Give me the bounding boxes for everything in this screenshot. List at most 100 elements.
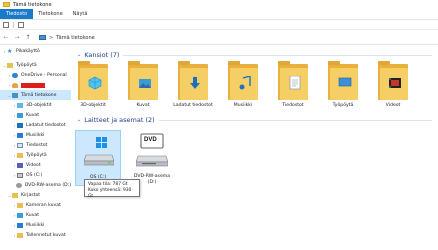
navigation-pane: › ★ Pikakäyttö ⌄ Työpöytä › OneDrive - Persona… [0, 46, 71, 250]
folder-icon [228, 61, 258, 100]
properties-icon[interactable] [3, 21, 9, 28]
devices-group-header[interactable]: ⌄ Laitteet ja asemat (2) [77, 116, 432, 124]
desktop-icon [17, 152, 23, 158]
dvd-logo: DVD [144, 137, 157, 143]
breadcrumb-separator: > [49, 34, 54, 41]
sidebar-item[interactable]: › OneDrive - Personal [0, 70, 71, 80]
drive-os-c[interactable]: OS (C:) [75, 130, 121, 186]
objects-3d-icon [17, 102, 23, 108]
divider [123, 54, 432, 56]
sidebar-item-label: Kirjastot [21, 192, 41, 198]
sidebar-item[interactable]: › Kuvat [0, 110, 71, 120]
sidebar-item-label: Työpöytä [26, 152, 47, 158]
devices-header-label: Laitteet ja asemat (2) [84, 116, 155, 124]
cloud-icon [12, 72, 18, 78]
music-icon [17, 222, 23, 228]
folder-icon [3, 2, 10, 7]
sidebar-item-label: DVD-RW-asema (D:) [24, 182, 71, 188]
sidebar-item-label: 3D-objektit [26, 102, 52, 108]
sidebar-item[interactable]: ⌄ Tämä tietokone [0, 90, 71, 100]
up-arrow-icon[interactable]: ↑ [25, 34, 31, 41]
sidebar-item[interactable]: DVD-RW-asema (D:) [0, 180, 71, 190]
sidebar-item[interactable]: › Musiikki [0, 130, 71, 140]
videos-icon [388, 76, 402, 90]
sidebar-item-label: Tämä tietokone [21, 92, 57, 98]
total-size-text: Koko yhteensä: 930 Gt [88, 188, 132, 199]
drive-dvd-d[interactable]: DVD DVD-RW-asema (D:) [129, 130, 175, 186]
folder-tile[interactable]: Tiedostot [275, 61, 311, 114]
new-folder-icon[interactable] [18, 21, 24, 28]
sidebar-item-label: Kameran kuvat [26, 202, 61, 208]
folder-icon [78, 61, 108, 100]
address-box[interactable]: > Tämä tietokone [36, 33, 432, 43]
separator [13, 21, 14, 28]
camera-roll-icon [17, 202, 23, 208]
sidebar-item[interactable]: › Videot [0, 160, 71, 170]
sidebar-item[interactable]: › ★ Pikakäyttö [0, 46, 71, 56]
sidebar-item[interactable]: ⌄ Kirjastot [0, 190, 71, 200]
saved-pictures-icon [17, 232, 23, 238]
music-icon [238, 76, 252, 90]
folder-label: Työpöytä [332, 103, 354, 108]
tab-view[interactable]: Näytä [68, 9, 93, 19]
folder-label: Ladatut tiedostot [173, 103, 213, 108]
sidebar-item[interactable]: › 3D-objektit [0, 100, 71, 110]
desktop-icon [338, 76, 352, 90]
ribbon: Tiedosto Tietokone Näytä [0, 9, 438, 20]
tab-file[interactable]: Tiedosto [0, 9, 34, 19]
folder-icon [328, 61, 358, 100]
folder-label: Videot [385, 103, 401, 108]
sidebar-item-label: Ladatut tiedostot [26, 122, 66, 128]
chevron-down-icon[interactable]: ⌄ [77, 117, 81, 123]
folder-icon [278, 61, 308, 100]
sidebar-item-label: OS (C:) [26, 172, 43, 178]
folder-label: Tiedostot [282, 103, 304, 108]
sidebar-item[interactable]: › Työpöytä [0, 150, 71, 160]
objects-3d-icon [88, 76, 102, 90]
sidebar-item-label: Tiedostot [26, 142, 48, 148]
pc-icon [12, 92, 18, 98]
sidebar-item[interactable]: › Tallennetut kuvat [0, 230, 71, 240]
sidebar-item-label: Kuvat [26, 112, 40, 118]
redacted-label [21, 82, 45, 88]
content-area: ⌄ Kansiot (7) 3D-objektit Kuvat Ladatut ti… [71, 46, 438, 250]
back-arrow-icon[interactable]: ← [3, 34, 9, 41]
sidebar-item[interactable]: › Kuvat [0, 210, 71, 220]
sidebar-item[interactable]: ⌄ Työpöytä [0, 60, 71, 70]
sidebar-item[interactable]: › OS (C:) [0, 170, 71, 180]
downloads-icon [17, 122, 23, 128]
folder-tile[interactable]: Videot [375, 61, 411, 114]
star-icon: ★ [7, 47, 13, 55]
folder-tile[interactable]: Kuvat [125, 61, 161, 114]
folder-icon [178, 61, 208, 100]
folder-tile[interactable]: Musiikki [225, 61, 261, 114]
sidebar-item[interactable]: › Ladatut tiedostot [0, 120, 71, 130]
drive-icon [17, 172, 23, 178]
divider [158, 119, 432, 121]
user-icon [12, 82, 18, 88]
sidebar-item[interactable]: › [0, 80, 71, 90]
downloads-icon [188, 76, 202, 90]
forward-arrow-icon[interactable]: → [14, 34, 20, 41]
folder-label: Kuvat [136, 103, 150, 108]
pictures-icon [17, 112, 23, 118]
pc-icon [39, 35, 46, 40]
folder-icon [128, 61, 158, 100]
sidebar-item[interactable]: › Musiikki [0, 220, 71, 230]
folder-tile[interactable]: Ladatut tiedostot [173, 61, 213, 114]
folders-header-label: Kansiot (7) [84, 51, 120, 59]
folders-group-header[interactable]: ⌄ Kansiot (7) [77, 51, 432, 59]
address-bar: ← → ↑ > Tämä tietokone [0, 31, 438, 45]
breadcrumb[interactable]: Tämä tietokone [56, 35, 95, 41]
sidebar-item[interactable]: › Tiedostot [0, 140, 71, 150]
drive-tooltip: Vapaa tila: 787 Gt Koko yhteensä: 930 Gt [84, 179, 140, 199]
desktop-folder-icon [7, 62, 13, 68]
videos-icon [17, 162, 23, 168]
folder-tile[interactable]: Työpöytä [325, 61, 361, 114]
sidebar-item-label: Pikakäyttö [16, 48, 40, 54]
folder-tile[interactable]: 3D-objektit [75, 61, 111, 114]
sidebar-item-label: Videot [26, 162, 41, 168]
chevron-down-icon[interactable]: ⌄ [77, 52, 81, 58]
tab-computer[interactable]: Tietokone [33, 9, 67, 19]
sidebar-item[interactable]: › Kameran kuvat [0, 200, 71, 210]
